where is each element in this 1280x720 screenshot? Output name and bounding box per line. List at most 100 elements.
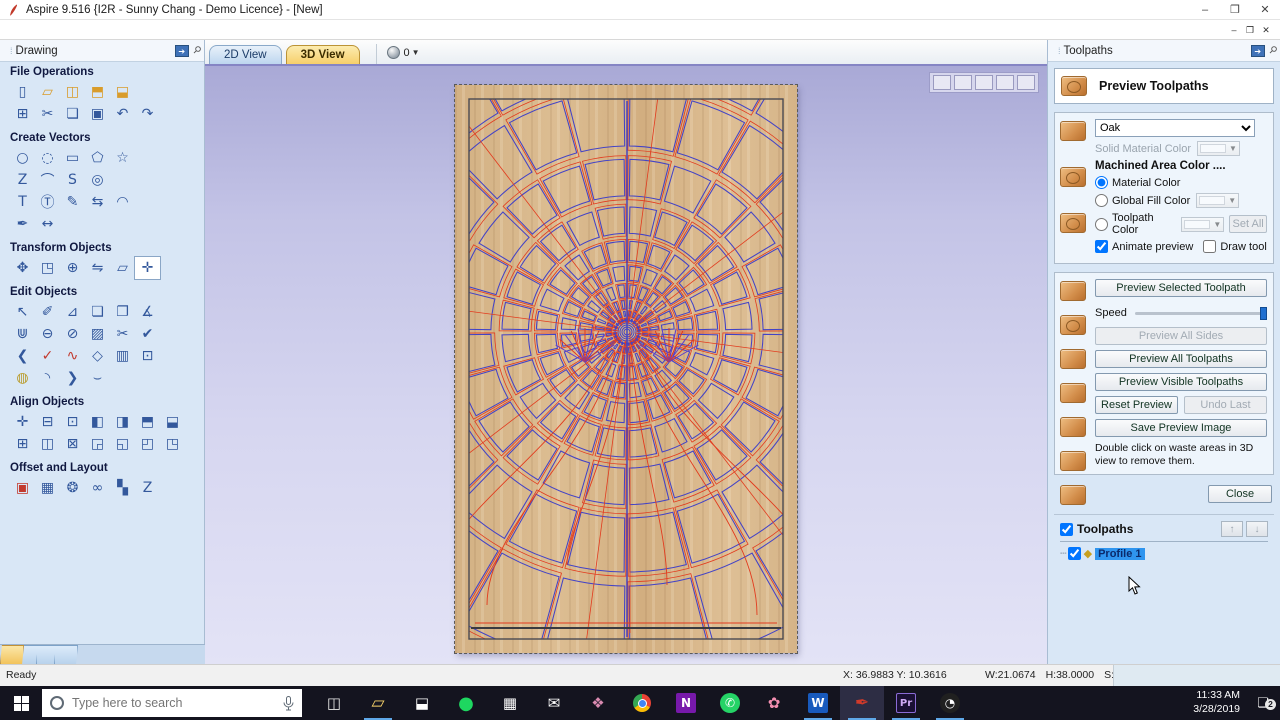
move-toolpath-down-button[interactable]: ↓ xyxy=(1246,521,1268,537)
menu-item[interactable] xyxy=(54,28,72,32)
material-color-radio[interactable] xyxy=(1095,176,1108,189)
spotify-icon[interactable]: ● xyxy=(444,686,488,720)
set-size-icon[interactable]: ◳ xyxy=(35,257,60,279)
onenote-icon[interactable]: N xyxy=(664,686,708,720)
draw-star-icon[interactable]: ☆ xyxy=(110,147,135,169)
draw-text-icon[interactable]: T xyxy=(10,191,35,213)
draw-spiral-icon[interactable]: ◎ xyxy=(85,169,110,191)
array-copy-icon[interactable]: ▦ xyxy=(35,477,60,499)
pin-panel-icon[interactable]: ⚲ xyxy=(190,44,203,57)
microphone-icon[interactable] xyxy=(283,696,294,711)
search-input[interactable] xyxy=(72,696,275,710)
layer-control[interactable]: 0 ▼ xyxy=(376,44,420,64)
tab-2d-view[interactable]: 2D View xyxy=(209,45,282,64)
close-preview-button[interactable]: Close xyxy=(1208,485,1272,503)
import-vectors-icon[interactable]: ⬒ xyxy=(85,81,110,103)
action-center-button[interactable]: ❏ 2 xyxy=(1250,695,1276,711)
material-block-preview[interactable] xyxy=(455,85,797,653)
tab-3d-view[interactable]: 3D View xyxy=(286,45,360,64)
material-select[interactable]: Oak xyxy=(1095,119,1255,137)
align-center-x-icon[interactable]: ⊟ xyxy=(35,411,60,433)
align-center-y-icon[interactable]: ⊡ xyxy=(60,411,85,433)
global-fill-color-radio[interactable] xyxy=(1095,194,1108,207)
reset-preview-button[interactable]: Reset Preview xyxy=(1095,396,1178,414)
nest-parts-icon[interactable]: ▚ xyxy=(110,477,135,499)
job-setup-icon[interactable]: ⊞ xyxy=(10,103,35,125)
draw-curve-icon[interactable]: S xyxy=(60,169,85,191)
menu-item[interactable] xyxy=(36,28,54,32)
group-objects-icon[interactable]: ❏ xyxy=(85,301,110,323)
minimize-button[interactable]: – xyxy=(1190,0,1220,19)
move-selection-icon[interactable]: ✥ xyxy=(10,257,35,279)
open-file-icon[interactable]: ▱ xyxy=(35,81,60,103)
save-file-icon[interactable]: ◫ xyxy=(60,81,85,103)
copy-icon[interactable]: ❏ xyxy=(60,103,85,125)
measure-icon[interactable]: ∡ xyxy=(135,301,160,323)
aspire-taskbar-icon[interactable]: ✒ xyxy=(840,686,884,720)
align-left-icon[interactable]: ◧ xyxy=(85,411,110,433)
weld-vectors-icon[interactable]: ⋓ xyxy=(10,323,35,345)
set-position-icon[interactable]: ⊕ xyxy=(60,257,85,279)
vector-validator-icon[interactable]: ✔ xyxy=(135,323,160,345)
menu-item[interactable] xyxy=(0,28,18,32)
mail-icon[interactable]: ✉ xyxy=(532,686,576,720)
text-spacing-icon[interactable]: ⇆ xyxy=(85,191,110,213)
node-edit-icon[interactable]: ✐ xyxy=(35,301,60,323)
panel-grip[interactable]: ⁞ xyxy=(1058,46,1060,56)
toolpath-list-item[interactable]: ┄ ◆ Profile 1 xyxy=(1060,547,1268,560)
align-right-icon[interactable]: ◨ xyxy=(110,411,135,433)
preview-selected-toolpath-button[interactable]: Preview Selected Toolpath xyxy=(1095,279,1267,297)
mdi-restore-button[interactable]: ❐ xyxy=(1242,23,1258,37)
alignment-icon[interactable]: ✛ xyxy=(135,257,160,279)
select-tool-icon[interactable]: ↖ xyxy=(10,301,35,323)
microsoft-store-icon[interactable]: ⬓ xyxy=(400,686,444,720)
edit-picture-icon[interactable]: ▥ xyxy=(110,345,135,367)
profile1-visibility-checkbox[interactable] xyxy=(1068,547,1081,560)
save-preview-image-button[interactable]: Save Preview Image xyxy=(1095,419,1267,437)
start-button[interactable] xyxy=(0,686,42,720)
trim-vectors-icon[interactable]: ✂ xyxy=(110,323,135,345)
close-button[interactable]: ✕ xyxy=(1250,0,1280,19)
dock-panel-icon[interactable]: ➔ xyxy=(1251,45,1265,57)
menu-item[interactable] xyxy=(108,28,126,32)
copy-along-vectors-icon[interactable]: ∞ xyxy=(85,477,110,499)
draw-arc-icon[interactable]: ⌒ xyxy=(35,169,60,191)
zigzag-icon[interactable]: Z xyxy=(135,477,160,499)
toolpath-color-radio[interactable] xyxy=(1095,218,1108,231)
draw-rectangle-icon[interactable]: ▭ xyxy=(60,147,85,169)
animate-preview-checkbox[interactable] xyxy=(1095,240,1108,253)
text-on-curve-icon[interactable]: ◠ xyxy=(110,191,135,213)
freehand-smooth-icon[interactable]: ∿ xyxy=(60,345,85,367)
draw-polyline-icon[interactable]: Z xyxy=(10,169,35,191)
word-icon[interactable]: W xyxy=(796,686,840,720)
align-right-last-icon[interactable]: ◱ xyxy=(110,433,135,455)
move-toolpath-up-button[interactable]: ↑ xyxy=(1221,521,1243,537)
draw-text-box-icon[interactable]: Ⓣ xyxy=(35,191,60,213)
chrome-icon[interactable] xyxy=(620,686,664,720)
close-vector-icon[interactable]: ◇ xyxy=(85,345,110,367)
stretch-vectors-icon[interactable]: ◍ xyxy=(10,367,35,389)
transform-tool-icon[interactable]: ⊿ xyxy=(60,301,85,323)
ungroup-objects-icon[interactable]: ❐ xyxy=(110,301,135,323)
extend-curve-icon[interactable]: ❯ xyxy=(60,367,85,389)
export-vectors-icon[interactable]: ⬓ xyxy=(110,81,135,103)
hatch-vectors-icon[interactable]: ▨ xyxy=(85,323,110,345)
draw-ellipse-icon[interactable]: ◌ xyxy=(35,147,60,169)
obs-icon[interactable]: ◔ xyxy=(928,686,972,720)
taskbar-clock[interactable]: 11:33 AM 3/28/2019 xyxy=(1193,689,1240,716)
offset-vectors-icon[interactable]: ▣ xyxy=(10,477,35,499)
center-y-selection-icon[interactable]: ⊠ xyxy=(60,433,85,455)
circular-copy-icon[interactable]: ❂ xyxy=(60,477,85,499)
vector-texture-icon[interactable]: ✒ xyxy=(10,213,35,235)
toolpath-item-label[interactable]: Profile 1 xyxy=(1095,548,1144,560)
align-left-last-icon[interactable]: ◲ xyxy=(85,433,110,455)
file-explorer-icon[interactable]: ▱ xyxy=(356,686,400,720)
whatsapp-icon[interactable]: ✆ xyxy=(708,686,752,720)
toolpaths-visibility-checkbox[interactable] xyxy=(1060,523,1073,536)
cut-icon[interactable]: ✂ xyxy=(35,103,60,125)
dock-panel-icon[interactable]: ➔ xyxy=(175,45,189,57)
panel-tab[interactable] xyxy=(0,645,24,664)
paste-icon[interactable]: ▣ xyxy=(85,103,110,125)
menu-item[interactable] xyxy=(72,28,90,32)
panel-tab[interactable] xyxy=(54,645,78,664)
